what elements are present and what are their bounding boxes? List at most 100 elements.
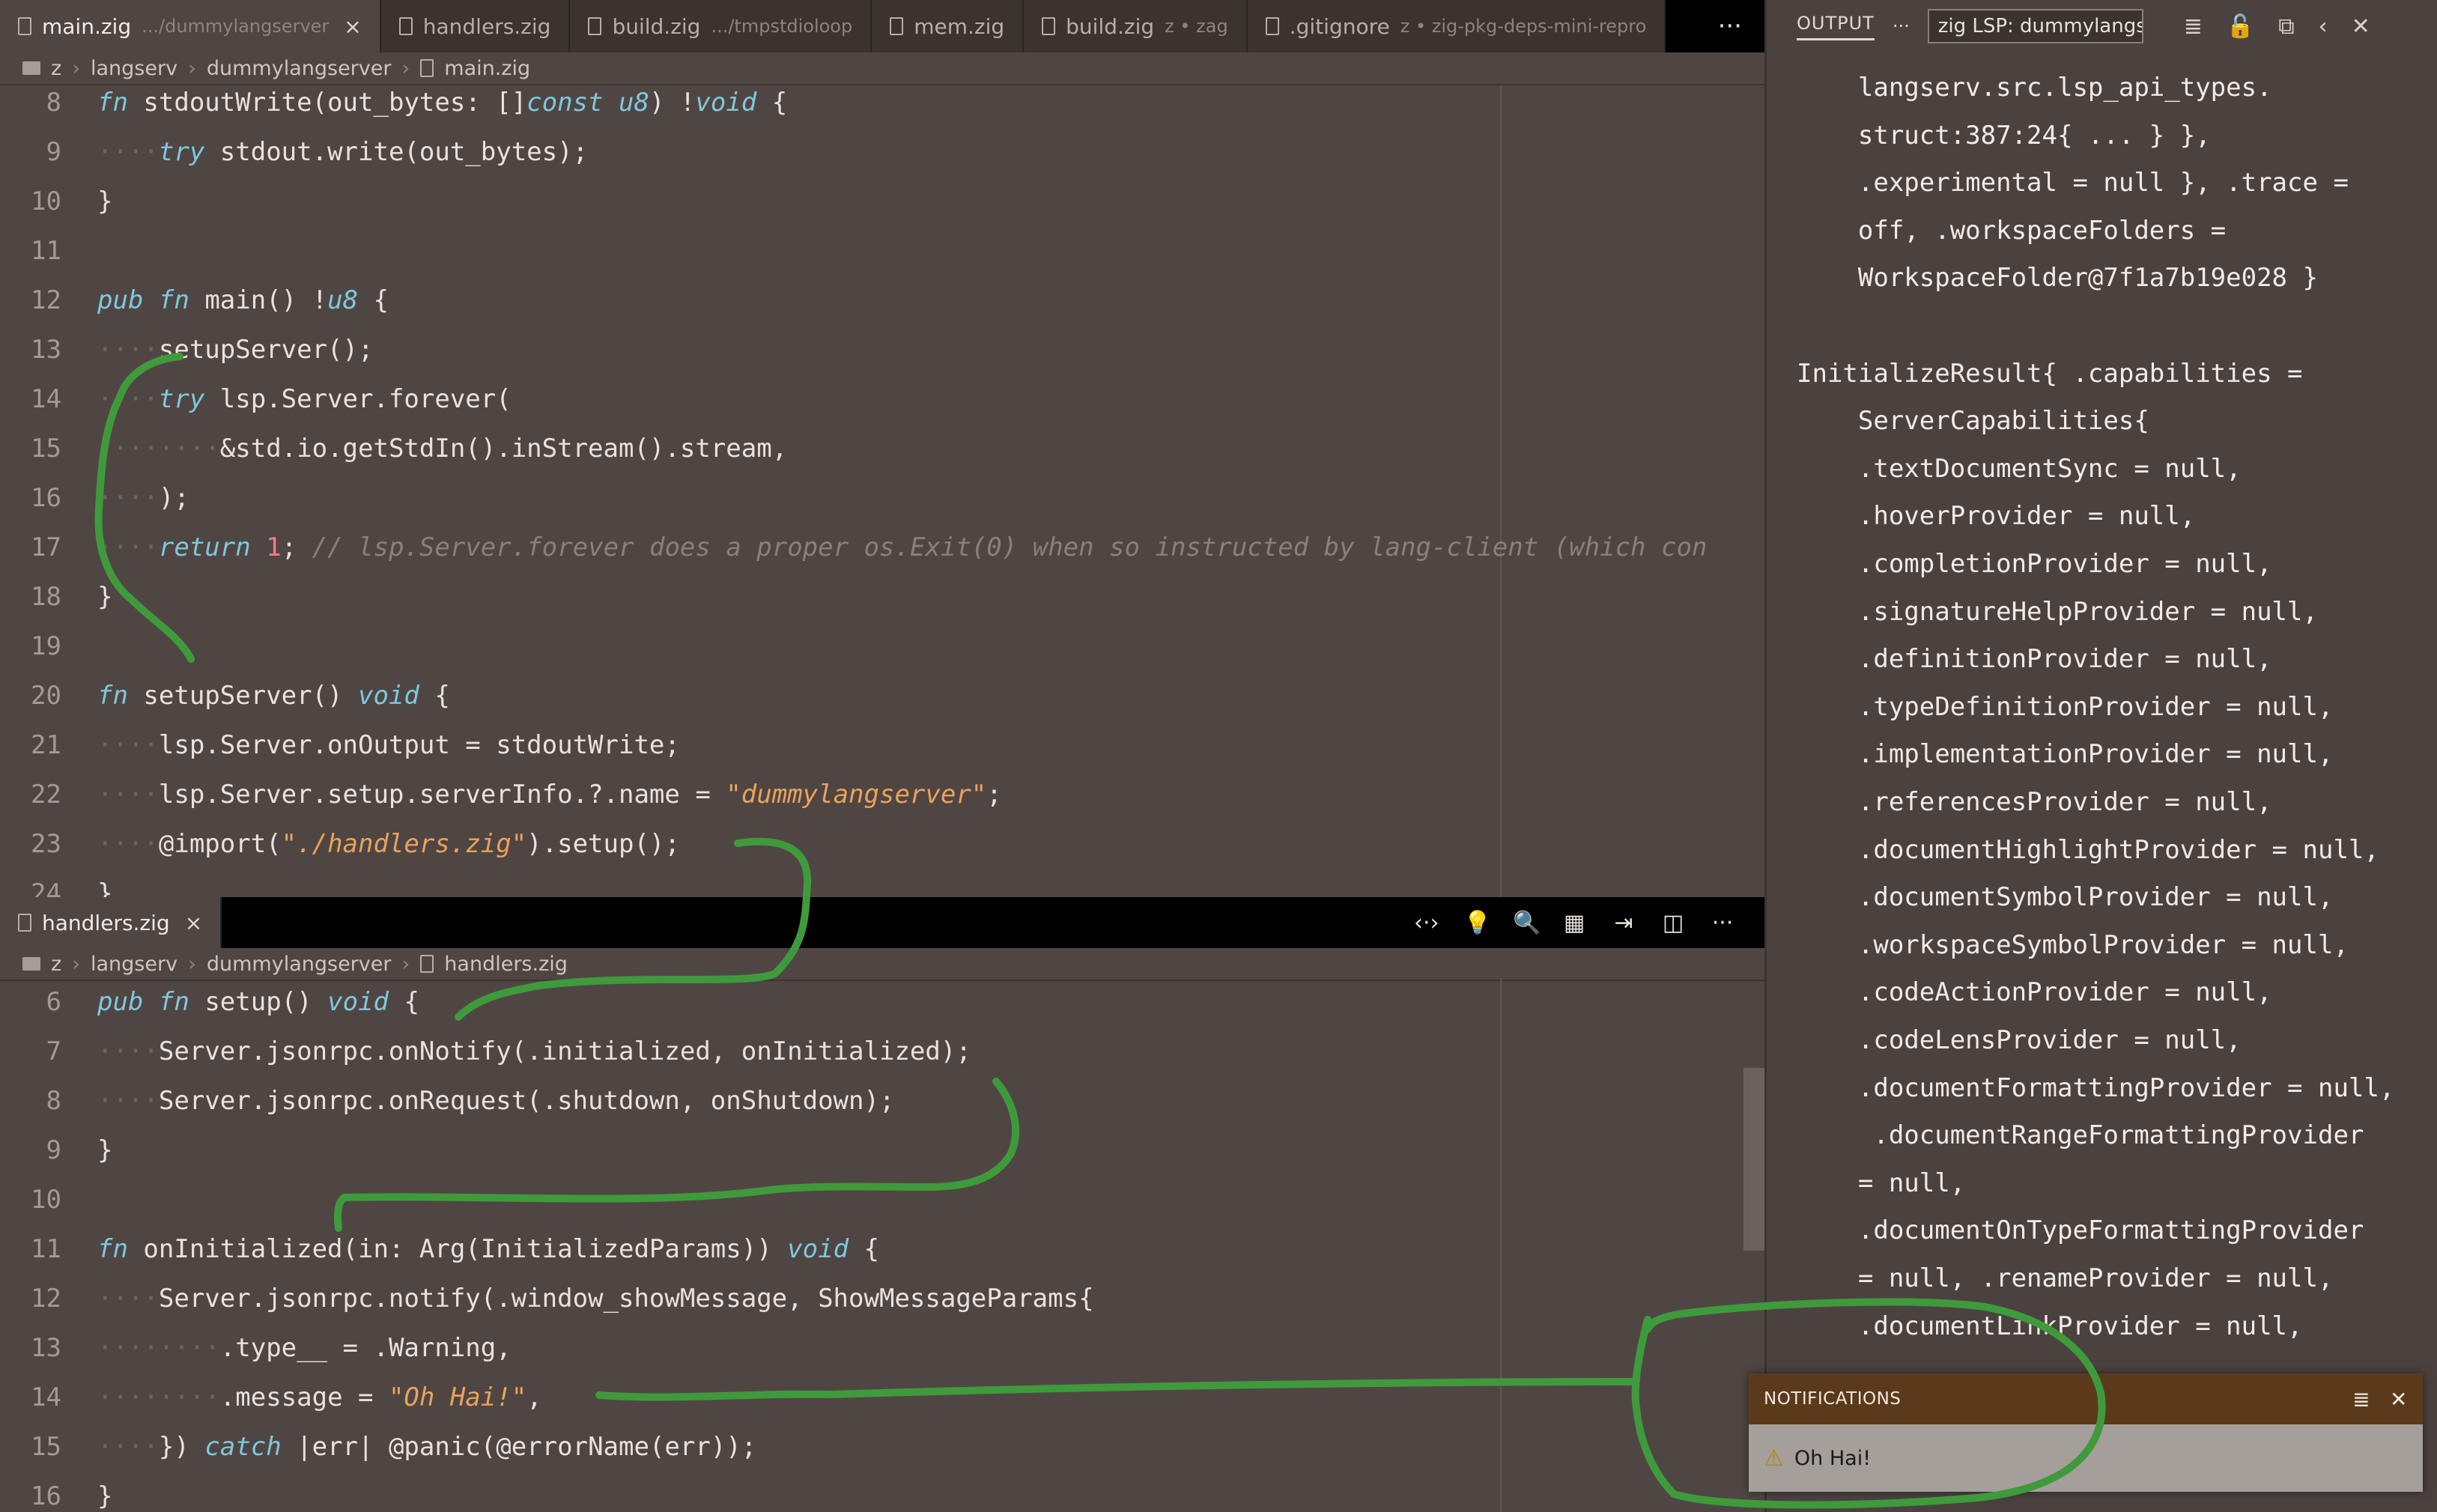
code-text: ········&std.io.getStdIn().inStream().st… xyxy=(97,434,788,464)
code-line[interactable]: 21 ····lsp.Server.onOutput = stdoutWrite; xyxy=(0,720,1764,770)
breadcrumb-item[interactable]: langserv xyxy=(91,57,177,80)
line-number: 21 xyxy=(31,730,61,760)
tab-build-zig[interactable]: build.zig z • zag xyxy=(1024,0,1248,52)
line-number: 7 xyxy=(46,1036,61,1066)
clear-all-icon[interactable]: ≣ xyxy=(2352,1387,2370,1412)
notification-message: Oh Hai! xyxy=(1794,1446,1872,1470)
close-icon[interactable]: × xyxy=(344,14,361,39)
close-icon[interactable]: ✕ xyxy=(2390,1387,2408,1412)
code-line[interactable]: 15 ········&std.io.getStdIn().inStream().… xyxy=(0,424,1764,473)
code-line[interactable]: 24} xyxy=(0,869,1764,897)
code-text: ····Server.jsonrpc.onNotify(.initialized… xyxy=(97,1036,971,1066)
breadcrumb-item[interactable]: z xyxy=(51,953,61,976)
lock-icon[interactable]: 🔓 xyxy=(2227,13,2254,40)
code-text: } xyxy=(97,1481,113,1511)
code-line[interactable]: 12 pub fn main() !u8 { xyxy=(0,276,1764,325)
code-line[interactable]: 13 ········.type__ = .Warning, xyxy=(0,1323,1764,1373)
code-icon[interactable]: ‹·› xyxy=(1414,910,1439,936)
grid-icon[interactable]: ▦ xyxy=(1562,910,1586,936)
code-line[interactable]: 22 ····lsp.Server.setup.serverInfo.?.name… xyxy=(0,770,1764,819)
code-text: ····Server.jsonrpc.notify(.window_showMe… xyxy=(97,1284,1094,1314)
code-text: pub fn main() !u8 { xyxy=(97,285,389,315)
tab-handlers-zig[interactable]: handlers.zig × xyxy=(0,897,222,948)
code-line[interactable]: 18} xyxy=(0,572,1764,622)
tab-label: build.zig xyxy=(612,13,701,39)
breadcrumb-item[interactable]: main.zig xyxy=(444,57,530,80)
more-icon[interactable]: ··· xyxy=(1893,16,1910,37)
tab-build-zig[interactable]: build.zig .../tmpstdioloop xyxy=(570,0,872,52)
output-line: .signatureHelpProvider = null, xyxy=(1797,596,2318,627)
code-line[interactable]: 23 ····@import("./handlers.zig").setup(); xyxy=(0,819,1764,869)
file-icon xyxy=(1042,17,1056,35)
tab-mem-zig[interactable]: mem.zig xyxy=(872,0,1025,52)
tab-path: .../dummylangserver xyxy=(142,16,330,37)
lightbulb-icon[interactable]: 💡 xyxy=(1463,910,1491,936)
tab--gitignore[interactable]: .gitignore z • zig-pkg-deps-mini-repro xyxy=(1247,0,1666,52)
code-line[interactable]: 6 pub fn setup() void { xyxy=(0,978,1764,1027)
code-line[interactable]: 12 ····Server.jsonrpc.notify(.window_show… xyxy=(0,1274,1764,1323)
back-icon[interactable]: ‹ xyxy=(2319,13,2328,40)
output-line: .completionProvider = null, xyxy=(1797,549,2272,579)
breadcrumb-item[interactable]: dummylangserver xyxy=(207,953,392,976)
code-line[interactable]: 20 fn setupServer() void { xyxy=(0,671,1764,720)
notification-toast[interactable]: NOTIFICATIONS ≣ ✕ ⚠ Oh Hai! xyxy=(1749,1373,2423,1492)
code-text: } xyxy=(97,878,113,897)
code-line[interactable]: 9 ····try stdout.write(out_bytes); xyxy=(0,127,1764,177)
list-icon[interactable]: ≣ xyxy=(2184,13,2203,40)
code-line[interactable]: 11 fn onInitialized(in: Arg(InitializedPa… xyxy=(0,1224,1764,1274)
copy-icon[interactable]: ⧉ xyxy=(2278,13,2294,40)
code-line[interactable]: 14 ····try lsp.Server.forever( xyxy=(0,374,1764,424)
code-line[interactable]: 9} xyxy=(0,1126,1764,1175)
search-icon[interactable]: 🔍 xyxy=(1513,910,1541,936)
code-line[interactable]: 14 ········.message = "Oh Hai!", xyxy=(0,1373,1764,1422)
code-line[interactable]: 15 ····}) catch |err| @panic(@errorName(e… xyxy=(0,1422,1764,1472)
code-text: } xyxy=(97,582,113,612)
notification-header: NOTIFICATIONS ≣ ✕ xyxy=(1749,1373,2423,1424)
close-icon[interactable]: ✕ xyxy=(2352,13,2370,40)
code-line[interactable]: 8 ····Server.jsonrpc.onRequest(.shutdown,… xyxy=(0,1076,1764,1126)
code-text: ····); xyxy=(97,483,189,513)
open-preview-icon[interactable]: ⇥ xyxy=(1612,910,1636,936)
output-channel-select[interactable]: zig LSP: dummylangserver xyxy=(1927,9,2143,43)
chevron-right-icon: › xyxy=(401,952,410,976)
file-icon xyxy=(1265,17,1279,35)
code-line[interactable]: 19 xyxy=(0,622,1764,671)
main-zig-code[interactable]: 8 fn stdoutWrite(out_bytes: []const u8) !… xyxy=(0,85,1764,897)
tab-path: z • zig-pkg-deps-mini-repro xyxy=(1400,16,1647,37)
code-line[interactable]: 16 ····); xyxy=(0,473,1764,523)
notification-item[interactable]: ⚠ Oh Hai! xyxy=(1749,1424,2423,1492)
output-tab[interactable]: OUTPUT xyxy=(1797,13,1875,40)
code-text: fn onInitialized(in: Arg(InitializedPara… xyxy=(97,1234,879,1264)
handlers-zig-code[interactable]: 6 pub fn setup() void { 7 ····Server.jsonrp… xyxy=(0,978,1764,1512)
code-text: ····setupServer(); xyxy=(97,335,374,365)
tab-handlers-zig[interactable]: handlers.zig xyxy=(380,0,571,52)
code-line[interactable]: 7 ····Server.jsonrpc.onNotify(.initialize… xyxy=(0,1027,1764,1076)
more-tabs-icon[interactable]: ··· xyxy=(1695,0,1764,52)
breadcrumb-item[interactable]: handlers.zig xyxy=(444,953,568,976)
more-icon[interactable]: ··· xyxy=(1711,910,1735,936)
split-editor-icon[interactable]: ◫ xyxy=(1661,910,1685,936)
code-text: ········.message = "Oh Hai!", xyxy=(97,1382,542,1412)
line-number: 10 xyxy=(31,186,61,216)
code-line[interactable]: 8 fn stdoutWrite(out_bytes: []const u8) !… xyxy=(0,85,1764,127)
line-number: 19 xyxy=(31,631,61,661)
breadcrumb-item[interactable]: dummylangserver xyxy=(207,57,392,80)
code-text: fn setupServer() void { xyxy=(97,681,450,711)
breadcrumb-item[interactable]: z xyxy=(51,57,61,80)
code-line[interactable]: 16} xyxy=(0,1472,1764,1512)
line-number: 11 xyxy=(31,1234,61,1264)
breadcrumb-item[interactable]: langserv xyxy=(91,953,177,976)
code-line[interactable]: 17 ····return 1; // lsp.Server.forever do… xyxy=(0,523,1764,572)
code-line[interactable]: 10 xyxy=(0,1175,1764,1224)
line-number: 15 xyxy=(31,434,61,464)
tab-main-zig[interactable]: main.zig .../dummylangserver × xyxy=(0,0,381,52)
code-line[interactable]: 13 ····setupServer(); xyxy=(0,325,1764,374)
output-panel: OUTPUT ··· zig LSP: dummylangserver ≣ 🔓 … xyxy=(1764,0,2437,1512)
tab-label: handlers.zig xyxy=(422,13,551,39)
code-line[interactable]: 11 xyxy=(0,226,1764,276)
close-icon[interactable]: × xyxy=(185,911,202,935)
line-number: 18 xyxy=(31,582,61,612)
output-line: = null, xyxy=(1797,1168,1966,1198)
code-line[interactable]: 10} xyxy=(0,177,1764,226)
line-number: 6 xyxy=(46,987,61,1017)
